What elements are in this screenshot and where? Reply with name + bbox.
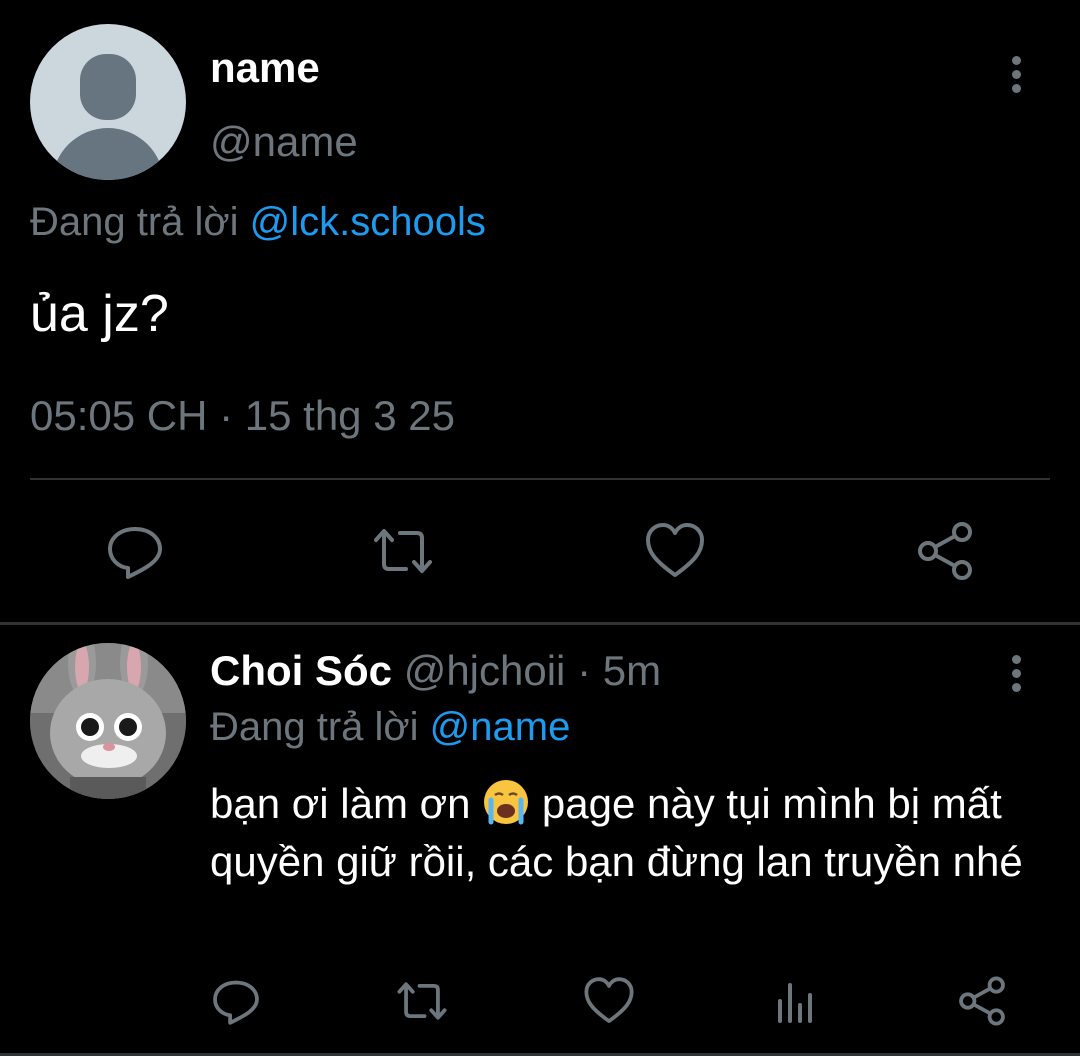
reply-header: Choi Sóc @hjchoii · 5m — [210, 647, 661, 695]
crying-face-emoji — [482, 778, 530, 826]
replying-to: Đang trả lời @name — [210, 705, 570, 750]
tweet-text: bạn ơi làm ơn page này tụi mình bị mất q… — [210, 775, 1050, 891]
reply-icon[interactable] — [104, 520, 166, 582]
divider — [30, 478, 1050, 480]
display-name[interactable]: Choi Sóc — [210, 647, 392, 694]
reply-tweet[interactable]: Choi Sóc @hjchoii · 5m Đang trả lời @nam… — [0, 625, 1080, 1056]
main-tweet: name @name Đang trả lời @lck.schools ủa … — [0, 0, 1080, 622]
user-handle[interactable]: @hjchoii — [404, 647, 566, 694]
tweet-age[interactable]: 5m — [603, 647, 661, 694]
replying-prefix: Đang trả lời — [210, 705, 430, 749]
tweet-timestamp[interactable]: 05:05 CH · 15 thg 3 25 — [30, 392, 455, 440]
more-options-icon[interactable] — [1008, 655, 1024, 699]
share-icon[interactable] — [914, 520, 976, 582]
mention-link[interactable]: @lck.schools — [250, 200, 486, 244]
like-icon[interactable] — [644, 520, 706, 582]
tweet-text: ủa jz? — [30, 285, 169, 343]
avatar[interactable] — [30, 643, 186, 799]
share-icon[interactable] — [956, 975, 1008, 1027]
mention-link[interactable]: @name — [430, 705, 571, 749]
tweet-text-part: bạn ơi làm ơn — [210, 780, 483, 827]
user-handle[interactable]: @name — [210, 118, 358, 166]
display-name[interactable]: name — [210, 44, 320, 92]
like-icon[interactable] — [583, 975, 635, 1027]
replying-to: Đang trả lời @lck.schools — [30, 200, 486, 245]
reply-icon[interactable] — [210, 975, 262, 1027]
retweet-icon[interactable] — [372, 520, 434, 582]
replying-prefix: Đang trả lời — [30, 200, 250, 244]
retweet-icon[interactable] — [396, 975, 448, 1027]
more-options-icon[interactable] — [1008, 56, 1024, 100]
separator-dot: · — [577, 647, 592, 694]
avatar[interactable] — [30, 24, 186, 180]
analytics-icon[interactable] — [770, 975, 822, 1027]
